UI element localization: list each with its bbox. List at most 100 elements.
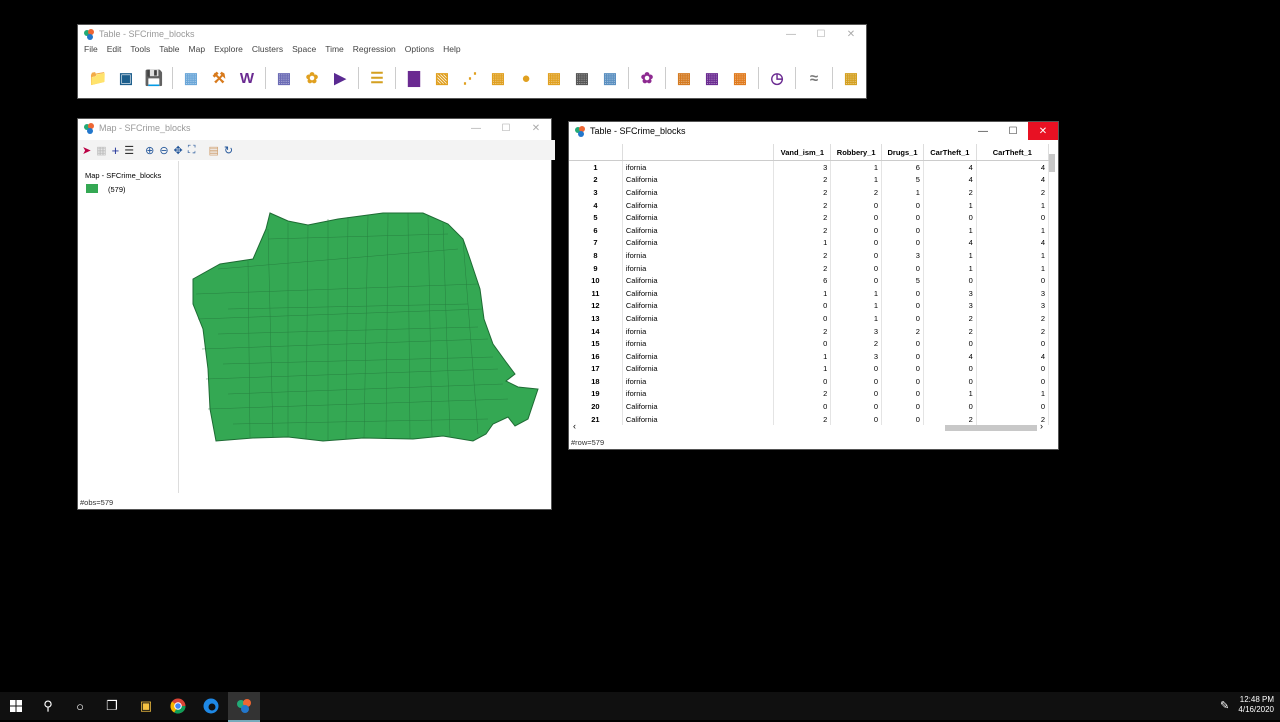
table-cell[interactable]: 0 [923,337,977,350]
table-cell[interactable]: 1 [923,249,977,262]
table-row[interactable]: 8 ifornia 2 0 3 1 1 [569,249,1049,262]
cell-name[interactable]: California [622,349,775,363]
table-cell[interactable]: 1 [773,362,832,376]
row-number[interactable]: 9 [569,261,623,275]
table-cell[interactable]: 4 [976,349,1049,363]
cell-name[interactable]: California [622,211,775,224]
menu-edit[interactable]: Edit [107,44,122,54]
table-row[interactable]: 9 ifornia 2 0 0 1 1 [569,261,1049,275]
cell-name[interactable]: ifornia [622,160,775,174]
table-cell[interactable]: 2 [773,211,832,224]
scroll-right-icon[interactable]: › [1040,421,1043,431]
close-project-icon[interactable]: ▣ [114,66,138,90]
horizontal-scroll-thumb[interactable] [945,425,1037,431]
menu-file[interactable]: File [84,44,98,54]
cell-name[interactable]: California [622,400,775,413]
table-row[interactable]: 20 California 0 0 0 0 0 [569,400,1049,413]
table-row[interactable]: 10 California 6 0 5 0 0 [569,274,1049,287]
table-cell[interactable]: 0 [881,312,924,325]
cell-name[interactable]: California [622,223,775,237]
table-row[interactable]: 14 ifornia 2 3 2 2 2 [569,324,1049,338]
averages-icon[interactable]: ▦ [700,66,724,90]
table-cell[interactable]: 0 [830,400,883,413]
zoom-out-icon[interactable]: ⊖ [159,144,168,157]
table-cell[interactable]: 2 [773,223,832,237]
refresh-icon[interactable]: ↻ [224,144,233,157]
table-cell[interactable]: 0 [923,274,977,287]
table-cell[interactable]: 2 [773,249,832,262]
table-cell[interactable]: 0 [923,375,977,388]
table-cell[interactable]: 2 [923,312,977,325]
table-row[interactable]: 11 California 1 1 0 3 3 [569,286,1049,300]
table-cell[interactable]: 1 [773,236,832,250]
table-cell[interactable]: 0 [976,362,1049,376]
table-row[interactable]: 17 California 1 0 0 0 0 [569,362,1049,376]
table-cell[interactable]: 0 [830,375,883,388]
table-cell[interactable]: 1 [773,349,832,363]
table-grid-container[interactable]: Vand_ism_1 Robbery_1 Drugs_1 CarTheft_1 CarT… [569,144,1049,425]
cell-name[interactable]: ifornia [622,337,775,350]
select-pointer-icon[interactable]: ➤ [82,144,91,157]
table-row[interactable]: 19 ifornia 2 0 0 1 1 [569,387,1049,401]
table-cell[interactable]: 4 [976,173,1049,187]
table-cell[interactable]: 2 [830,337,883,350]
column-header[interactable]: Vand_ism_1 [773,144,832,161]
cell-name[interactable]: California [622,236,775,250]
table-minimize-button[interactable]: — [968,122,998,140]
table-cell[interactable]: 3 [976,286,1049,300]
table-cell[interactable]: 2 [976,312,1049,325]
table-cell[interactable]: 0 [830,387,883,401]
table-cell[interactable]: 2 [773,261,832,275]
basemap-icon[interactable]: ▤ [208,144,218,157]
table-cell[interactable]: 0 [881,387,924,401]
table-cell[interactable]: 4 [976,160,1049,174]
table-cell[interactable]: 0 [976,211,1049,224]
cell-name[interactable]: California [622,362,775,376]
row-number[interactable]: 6 [569,223,623,237]
table-row[interactable]: 5 California 2 0 0 0 0 [569,211,1049,224]
table-cell[interactable]: 0 [923,211,977,224]
menu-time[interactable]: Time [325,44,344,54]
table-cell[interactable]: 2 [881,324,924,338]
menu-options[interactable]: Options [405,44,434,54]
table-cell[interactable]: 0 [976,375,1049,388]
3d-icon[interactable]: ▦ [542,66,566,90]
table-maximize-button[interactable]: ☐ [998,122,1028,140]
table-cell[interactable]: 0 [881,236,924,250]
table-cell[interactable]: 0 [881,337,924,350]
menu-explore[interactable]: Explore [214,44,243,54]
system-clock[interactable]: 12:48 PM 4/16/2020 [1238,695,1274,715]
sort-icon[interactable]: ☰ [365,66,389,90]
row-number[interactable]: 14 [569,324,623,338]
row-number[interactable]: 19 [569,387,623,401]
row-number[interactable]: 1 [569,160,623,174]
scatter-matrix-icon[interactable]: ▦ [486,66,510,90]
cell-name[interactable]: California [622,173,775,187]
table-cell[interactable]: 0 [773,400,832,413]
pan-icon[interactable]: ✥ [174,144,183,157]
menu-tools[interactable]: Tools [130,44,150,54]
row-number[interactable]: 20 [569,400,623,413]
cell-name[interactable]: ifornia [622,261,775,275]
row-number[interactable]: 7 [569,236,623,250]
legend-swatch[interactable] [86,184,98,193]
file-explorer-icon[interactable]: ▣ [130,692,162,720]
table-row[interactable]: 2 California 2 1 5 4 4 [569,173,1049,187]
conditional-icon[interactable]: ▦ [598,66,622,90]
cell-name[interactable]: ifornia [622,324,775,338]
table-cell[interactable]: 0 [976,274,1049,287]
table-cell[interactable]: 3 [773,160,832,174]
cell-name[interactable]: ifornia [622,249,775,262]
trend-icon[interactable]: ≈ [802,66,826,90]
cell-name[interactable]: ifornia [622,375,775,388]
table-cell[interactable]: 1 [976,387,1049,401]
cell-name[interactable]: ifornia [622,387,775,401]
time-icon[interactable]: ◷ [765,66,789,90]
table-cell[interactable]: 3 [923,286,977,300]
vertical-scroll-thumb[interactable] [1049,154,1055,172]
geoda-taskbar-icon[interactable] [228,692,260,722]
row-number[interactable]: 15 [569,337,623,350]
cell-name[interactable]: California [622,312,775,325]
map-maximize-button[interactable]: ☐ [491,119,521,137]
save-icon[interactable]: 💾 [142,66,166,90]
